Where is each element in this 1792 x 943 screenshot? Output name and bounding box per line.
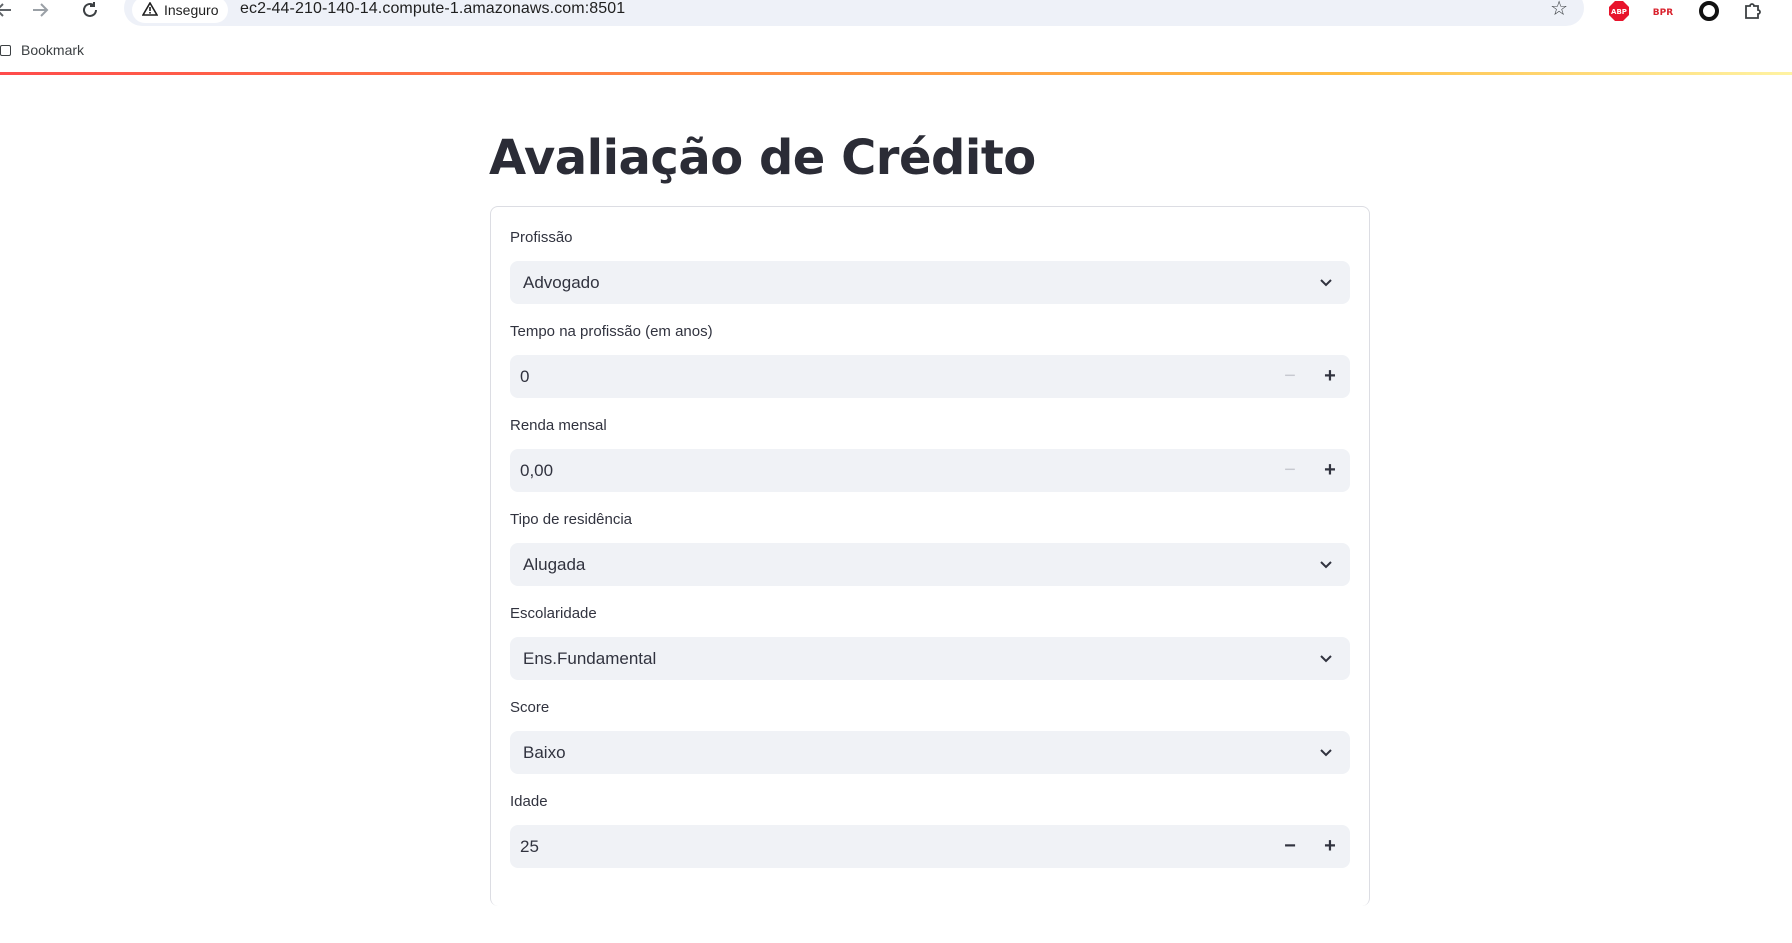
back-icon[interactable] <box>0 0 18 24</box>
chevron-down-icon <box>1320 749 1332 757</box>
tempo-number-input[interactable]: 0 − + <box>510 355 1350 398</box>
residencia-label: Tipo de residência <box>510 511 633 528</box>
score-value: Baixo <box>523 742 566 762</box>
renda-number-input[interactable]: 0,00 − + <box>510 449 1350 492</box>
escolaridade-value: Ens.Fundamental <box>523 648 657 668</box>
tempo-value: 0 <box>520 366 530 386</box>
tempo-decrement-button[interactable]: − <box>1270 355 1310 398</box>
profissao-label: Profissão <box>510 229 573 246</box>
abp-icon[interactable]: ABP <box>1606 0 1632 24</box>
chevron-down-icon <box>1320 655 1332 663</box>
renda-decrement-button[interactable]: − <box>1270 449 1310 492</box>
renda-value: 0,00 <box>520 460 554 480</box>
field-profissao: Profissão Advogado <box>510 227 1350 304</box>
field-renda: Renda mensal 0,00 − + <box>510 415 1350 492</box>
idade-label: Idade <box>510 793 548 810</box>
field-escolaridade: Escolaridade Ens.Fundamental <box>510 603 1350 680</box>
url-text[interactable]: ec2-44-210-140-14.compute-1.amazonaws.co… <box>240 0 625 18</box>
forward-icon[interactable] <box>26 0 54 24</box>
idade-value: 25 <box>520 836 539 856</box>
renda-label: Renda mensal <box>510 417 607 434</box>
tempo-label: Tempo na profissão (em anos) <box>510 323 713 340</box>
field-score: Score Baixo <box>510 697 1350 774</box>
reload-icon[interactable] <box>76 0 104 24</box>
residencia-value: Alugada <box>523 554 586 574</box>
tempo-increment-button[interactable]: + <box>1310 355 1350 398</box>
idade-number-input[interactable]: 25 − + <box>510 825 1350 868</box>
puzzle-icon[interactable] <box>1740 0 1766 24</box>
score-label: Score <box>510 699 550 716</box>
page-title: Avaliação de Crédito <box>489 130 1036 186</box>
chevron-down-icon <box>1320 561 1332 569</box>
security-label: Inseguro <box>164 2 219 18</box>
score-select[interactable]: Baixo <box>510 731 1350 774</box>
idade-increment-button[interactable]: + <box>1310 825 1350 868</box>
profissao-select[interactable]: Advogado <box>510 261 1350 304</box>
warning-icon <box>141 0 159 19</box>
svg-text:ABP: ABP <box>1611 8 1627 16</box>
security-chip[interactable]: Inseguro <box>132 0 229 23</box>
idade-decrement-button[interactable]: − <box>1270 825 1310 868</box>
bpr-icon[interactable]: BPR <box>1650 0 1676 24</box>
field-tempo: Tempo na profissão (em anos) 0 − + <box>510 321 1350 398</box>
residencia-select[interactable]: Alugada <box>510 543 1350 586</box>
chevron-down-icon <box>1320 279 1332 287</box>
escolaridade-label: Escolaridade <box>510 605 597 622</box>
bookmark-star-icon[interactable]: ☆ <box>1550 0 1568 21</box>
bookmark-folder-icon <box>0 44 11 56</box>
browser-chrome: Inseguro ec2-44-210-140-14.compute-1.ama… <box>0 0 1792 75</box>
circle-extension-icon[interactable] <box>1696 0 1722 24</box>
svg-text:BPR: BPR <box>1653 8 1673 18</box>
address-bar[interactable]: Inseguro ec2-44-210-140-14.compute-1.ama… <box>124 0 1584 26</box>
credit-form: Profissão Advogado Tempo na profissão (e… <box>490 206 1370 906</box>
bookmark-link[interactable]: Bookmark <box>21 42 84 58</box>
renda-increment-button[interactable]: + <box>1310 449 1350 492</box>
profissao-value: Advogado <box>523 272 600 292</box>
field-residencia: Tipo de residência Alugada <box>510 509 1350 586</box>
escolaridade-select[interactable]: Ens.Fundamental <box>510 637 1350 680</box>
bookmarks-bar: Bookmark <box>0 38 84 62</box>
field-idade: Idade 25 − + <box>510 791 1350 868</box>
